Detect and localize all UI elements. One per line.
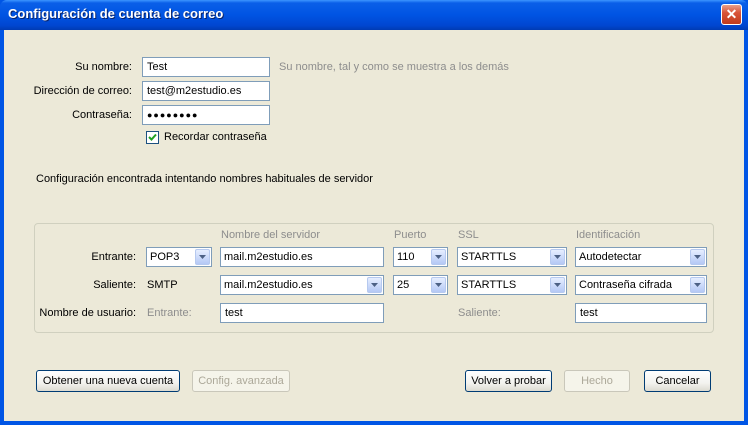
dialog-body: Su nombre: Test Su nombre, tal y como se… (4, 30, 744, 421)
email-input[interactable]: test@m2estudio.es (142, 81, 270, 101)
password-input[interactable]: ●●●●●●●● (142, 105, 270, 125)
chevron-down-icon[interactable] (431, 249, 446, 265)
incoming-ssl-select[interactable]: STARTTLS (457, 247, 567, 267)
password-label: Contraseña: (72, 109, 132, 121)
remember-password-checkbox[interactable] (146, 131, 159, 144)
name-input[interactable]: Test (142, 57, 270, 77)
close-icon[interactable]: ✕ (726, 6, 738, 22)
chevron-down-icon[interactable] (550, 277, 565, 293)
outgoing-label: Saliente: (93, 279, 136, 291)
retest-button[interactable]: Volver a probar (465, 370, 552, 392)
header-auth: Identificación (576, 229, 641, 241)
header-ssl: SSL (458, 229, 479, 241)
header-port: Puerto (394, 229, 427, 241)
name-label: Su nombre: (75, 61, 132, 73)
outgoing-ssl-value: STARTTLS (461, 279, 517, 291)
window-title: Configuración de cuenta de correo (8, 6, 224, 21)
outgoing-server-combobox[interactable]: mail.m2estudio.es (220, 275, 384, 295)
incoming-port-combobox[interactable]: 110 (393, 247, 448, 267)
done-button[interactable]: Hecho (564, 370, 630, 392)
chevron-down-icon[interactable] (367, 277, 382, 293)
incoming-port-value[interactable]: 110 (397, 251, 415, 263)
email-label: Dirección de correo: (33, 85, 132, 97)
chevron-down-icon[interactable] (431, 277, 446, 293)
outgoing-protocol: SMTP (147, 279, 178, 291)
checkmark-icon (148, 133, 157, 141)
chevron-down-icon[interactable] (690, 249, 705, 265)
incoming-server-combobox[interactable]: mail.m2estudio.es (220, 247, 384, 267)
outgoing-ssl-select[interactable]: STARTTLS (457, 275, 567, 295)
username-outgoing-input[interactable]: test (575, 303, 707, 323)
incoming-protocol-value: POP3 (150, 251, 180, 263)
close-button[interactable]: ✕ (721, 4, 742, 25)
cancel-button[interactable]: Cancelar (644, 370, 711, 392)
title-bar[interactable]: Configuración de cuenta de correo ✕ (0, 0, 748, 30)
outgoing-auth-value: Contraseña cifrada (579, 279, 672, 291)
username-incoming-input[interactable]: test (220, 303, 384, 323)
username-label: Nombre de usuario: (39, 307, 136, 319)
header-server-name: Nombre del servidor (221, 229, 321, 241)
advanced-config-button[interactable]: Config. avanzada (192, 370, 290, 392)
outgoing-port-combobox[interactable]: 25 (393, 275, 448, 295)
chevron-down-icon[interactable] (550, 249, 565, 265)
incoming-auth-select[interactable]: Autodetectar (575, 247, 707, 267)
chevron-down-icon[interactable] (195, 249, 210, 265)
chevron-down-icon[interactable] (690, 277, 705, 293)
new-account-button[interactable]: Obtener una nueva cuenta (36, 370, 180, 392)
incoming-auth-value: Autodetectar (579, 251, 642, 263)
incoming-server-value[interactable]: mail.m2estudio.es (224, 251, 313, 263)
incoming-protocol-select[interactable]: POP3 (146, 247, 212, 267)
name-hint: Su nombre, tal y como se muestra a los d… (279, 61, 509, 73)
outgoing-server-value[interactable]: mail.m2estudio.es (224, 279, 313, 291)
remember-password-label[interactable]: Recordar contraseña (164, 131, 267, 143)
status-message: Configuración encontrada intentando nomb… (36, 173, 373, 185)
incoming-label: Entrante: (91, 251, 136, 263)
dialog-window: Configuración de cuenta de correo ✕ Su n… (0, 0, 748, 425)
outgoing-port-value[interactable]: 25 (397, 279, 409, 291)
incoming-ssl-value: STARTTLS (461, 251, 517, 263)
outgoing-auth-select[interactable]: Contraseña cifrada (575, 275, 707, 295)
username-outgoing-label: Saliente: (458, 307, 501, 319)
username-incoming-label: Entrante: (147, 307, 192, 319)
